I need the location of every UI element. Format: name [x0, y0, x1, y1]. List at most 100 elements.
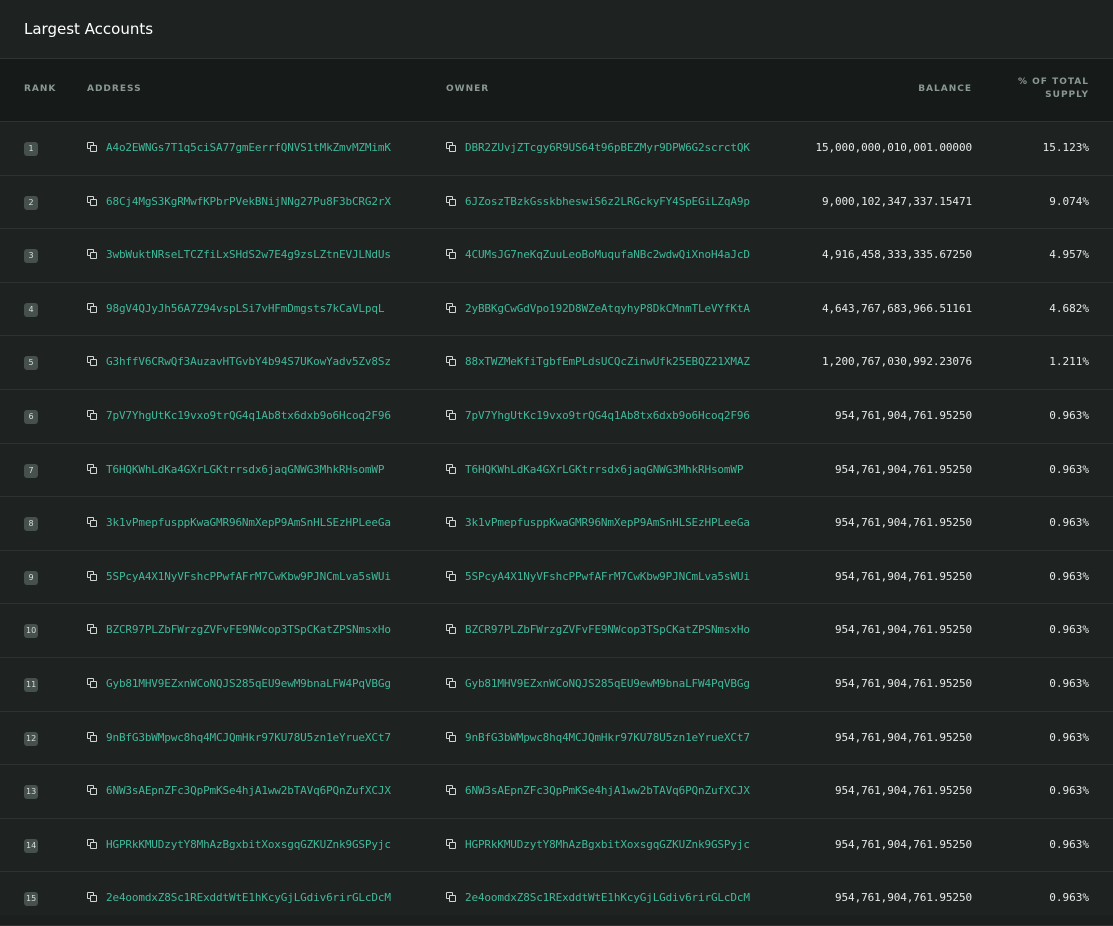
address-link[interactable]: 5SPcyA4X1NyVFshcPPwfAFrM7CwKbw9PJNCmLva5… [106, 570, 391, 583]
owner-link[interactable]: 3k1vPmepfusppKwaGMR96NmXepP9AmSnHLSEzHPL… [465, 516, 750, 529]
table-row: 8 3k1vPmepfusppKwaGMR96NmXepP9AmSnHLSEzH… [0, 497, 1113, 551]
copy-icon[interactable] [446, 785, 457, 796]
percent-supply-value: 0.963% [1049, 837, 1089, 851]
page-title: Largest Accounts [24, 20, 154, 38]
owner-link[interactable]: 9nBfG3bWMpwc8hq4MCJQmHkr97KU78U5zn1eYrue… [465, 731, 750, 744]
address-link[interactable]: T6HQKWhLdKa4GXrLGKtrrsdx6jaqGNWG3MhkRHso… [106, 463, 384, 476]
copy-icon[interactable] [87, 892, 98, 903]
copy-icon[interactable] [446, 892, 457, 903]
address-link[interactable]: 68Cj4MgS3KgRMwfKPbrPVekBNijNNg27Pu8F3bCR… [106, 195, 391, 208]
copy-icon[interactable] [87, 249, 98, 260]
copy-icon[interactable] [446, 302, 457, 314]
table-row: 7 T6HQKWhLdKa4GXrLGKtrrsdx6jaqGNWG3MhkRH… [0, 444, 1113, 498]
copy-icon[interactable] [87, 409, 98, 421]
percent-supply-value: 4.957% [1049, 248, 1089, 262]
balance-value: 4,643,767,683,966.51161 [821, 301, 972, 315]
percent-supply-value: 0.963% [1049, 784, 1089, 798]
copy-icon[interactable] [446, 838, 457, 850]
address-link[interactable]: Gyb81MHV9EZxnWCoNQJS285qEU9ewM9bnaLFW4Pq… [106, 677, 391, 690]
balance-value: 954,761,904,761.95250 [835, 623, 972, 637]
copy-icon[interactable] [446, 356, 457, 367]
copy-icon[interactable] [446, 409, 457, 421]
table-row: 2 68Cj4MgS3KgRMwfKPbrPVekBNijNNg27Pu8F3b… [0, 176, 1113, 230]
owner-link[interactable]: 2yBBKgCwGdVpo192D8WZeAtqyhyP8DkCMnmTLeVY… [465, 302, 750, 315]
percent-supply-value: 1.211% [1049, 355, 1089, 369]
owner-link[interactable]: 7pV7YhgUtKc19vxo9trQG4q1Ab8tx6dxb9o6Hcoq… [465, 409, 750, 422]
address-link[interactable]: BZCR97PLZbFWrzgZVFvFE9NWcop3TSpCKatZPSNm… [106, 623, 391, 636]
address-link[interactable]: HGPRkKMUDzytY8MhAzBgxbitXoxsgqGZKUZnk9GS… [106, 838, 391, 851]
balance-value: 15,000,000,010,001.00000 [815, 141, 972, 154]
percent-supply-value: 0.963% [1049, 891, 1089, 905]
address-link[interactable]: 98gV4QJyJh56A7Z94vspLSi7vHFmDmgsts7kCaVL… [106, 302, 384, 315]
rank-badge: 10 [24, 624, 39, 639]
copy-icon[interactable] [87, 517, 98, 528]
table-row: 4 98gV4QJyJh56A7Z94vspLSi7vHFmDmgsts7kCa… [0, 283, 1113, 337]
balance-value: 1,200,767,030,992.23076 [821, 355, 972, 369]
table-row: 9 5SPcyA4X1NyVFshcPPwfAFrM7CwKbw9PJNCmLv… [0, 551, 1113, 605]
table-row: 6 7pV7YhgUtKc19vxo9trQG4q1Ab8tx6dxb9o6Hc… [0, 390, 1113, 444]
owner-link[interactable]: 4CUMsJG7neKqZuuLeoBoMuqufaNBc2wdwQiXnoH4… [465, 248, 750, 261]
copy-icon[interactable] [87, 195, 98, 207]
rank-badge: 11 [24, 677, 39, 692]
address-link[interactable]: 3wbWuktNRseLTCZfiLxSHdS2w7E4g9zsLZtnEVJL… [106, 248, 391, 261]
copy-icon[interactable] [87, 570, 98, 582]
table-row: 3 3wbWuktNRseLTCZfiLxSHdS2w7E4g9zsLZtnEV… [0, 229, 1113, 283]
rank-badge: 12 [24, 731, 39, 746]
card-header: Largest Accounts [0, 0, 1113, 59]
rank-badge: 1 [24, 142, 38, 156]
rank-badge: 5 [24, 356, 38, 371]
copy-icon[interactable] [87, 731, 98, 743]
balance-value: 9,000,102,347,337.15471 [821, 194, 972, 208]
owner-link[interactable]: 6NW3sAEpnZFc3QpPmKSe4hjA1ww2bTAVq6PQnZuf… [465, 784, 750, 797]
copy-icon[interactable] [87, 463, 98, 475]
owner-link[interactable]: 88xTWZMeKfiTgbfEmPLdsUCQcZinwUfk25EBQZ21… [465, 355, 750, 368]
address-link[interactable]: 9nBfG3bWMpwc8hq4MCJQmHkr97KU78U5zn1eYrue… [106, 731, 391, 744]
copy-icon[interactable] [446, 249, 457, 260]
percent-supply-value: 0.963% [1049, 623, 1089, 637]
balance-value: 954,761,904,761.95250 [835, 462, 972, 476]
owner-link[interactable]: HGPRkKMUDzytY8MhAzBgxbitXoxsgqGZKUZnk9GS… [465, 838, 750, 851]
balance-value: 954,761,904,761.95250 [835, 784, 972, 798]
percent-supply-value: 0.963% [1049, 408, 1089, 422]
owner-link[interactable]: DBR2ZUvjZTcgy6R9US64t96pBEZMyr9DPW6G2scr… [465, 141, 750, 154]
owner-link[interactable]: 5SPcyA4X1NyVFshcPPwfAFrM7CwKbw9PJNCmLva5… [465, 570, 750, 583]
address-link[interactable]: A4o2EWNGs7T1q5ciSA77gmEerrfQNVS1tMkZmvMZ… [106, 141, 391, 154]
copy-icon[interactable] [87, 142, 98, 153]
owner-link[interactable]: T6HQKWhLdKa4GXrLGKtrrsdx6jaqGNWG3MhkRHso… [465, 463, 743, 476]
owner-link[interactable]: 2e4oomdxZ8Sc1RExddtWtE1hKcyGjLGdiv6rirGL… [465, 891, 750, 904]
column-header-percent-supply: % OF TOTAL SUPPLY [1009, 76, 1089, 102]
copy-icon[interactable] [87, 302, 98, 314]
address-link[interactable]: 2e4oomdxZ8Sc1RExddtWtE1hKcyGjLGdiv6rirGL… [106, 891, 391, 904]
copy-icon[interactable] [446, 570, 457, 582]
table-row: 15 2e4oomdxZ8Sc1RExddtWtE1hKcyGjLGdiv6ri… [0, 872, 1113, 926]
owner-link[interactable]: 6JZoszTBzkGsskbheswiS6z2LRGckyFY4SpEGiLZ… [465, 195, 750, 208]
address-link[interactable]: 3k1vPmepfusppKwaGMR96NmXepP9AmSnHLSEzHPL… [106, 516, 391, 529]
owner-link[interactable]: Gyb81MHV9EZxnWCoNQJS285qEU9ewM9bnaLFW4Pq… [465, 677, 750, 690]
table-row: 10 BZCR97PLZbFWrzgZVFvFE9NWcop3TSpCKatZP… [0, 604, 1113, 658]
copy-icon[interactable] [87, 356, 98, 367]
copy-icon[interactable] [87, 838, 98, 850]
table-row: 11 Gyb81MHV9EZxnWCoNQJS285qEU9ewM9bnaLFW… [0, 658, 1113, 712]
copy-icon[interactable] [446, 677, 457, 689]
address-link[interactable]: 6NW3sAEpnZFc3QpPmKSe4hjA1ww2bTAVq6PQnZuf… [106, 784, 391, 797]
copy-icon[interactable] [446, 195, 457, 207]
owner-link[interactable]: BZCR97PLZbFWrzgZVFvFE9NWcop3TSpCKatZPSNm… [465, 623, 750, 636]
column-header-percent-line1: % OF TOTAL [1017, 77, 1089, 87]
copy-icon[interactable] [446, 463, 457, 475]
balance-value: 954,761,904,761.95250 [835, 730, 972, 744]
address-link[interactable]: 7pV7YhgUtKc19vxo9trQG4q1Ab8tx6dxb9o6Hcoq… [106, 409, 391, 422]
rank-badge: 14 [24, 838, 39, 853]
column-header-rank: RANK [24, 84, 57, 94]
copy-icon[interactable] [87, 785, 98, 796]
balance-value: 4,916,458,333,335.67250 [821, 248, 972, 262]
copy-icon[interactable] [87, 677, 98, 689]
copy-icon[interactable] [446, 731, 457, 743]
table-body: 1 A4o2EWNGs7T1q5ciSA77gmEerrfQNVS1tMkZmv… [0, 122, 1113, 926]
table-row: 5 G3hffV6CRwQf3AuzavHTGvbY4b94S7UKowYadv… [0, 336, 1113, 390]
copy-icon[interactable] [446, 517, 457, 528]
copy-icon[interactable] [87, 624, 98, 635]
copy-icon[interactable] [446, 142, 457, 153]
copy-icon[interactable] [446, 624, 457, 635]
address-link[interactable]: G3hffV6CRwQf3AuzavHTGvbY4b94S7UKowYadv5Z… [106, 355, 391, 368]
rank-badge: 9 [24, 570, 38, 585]
